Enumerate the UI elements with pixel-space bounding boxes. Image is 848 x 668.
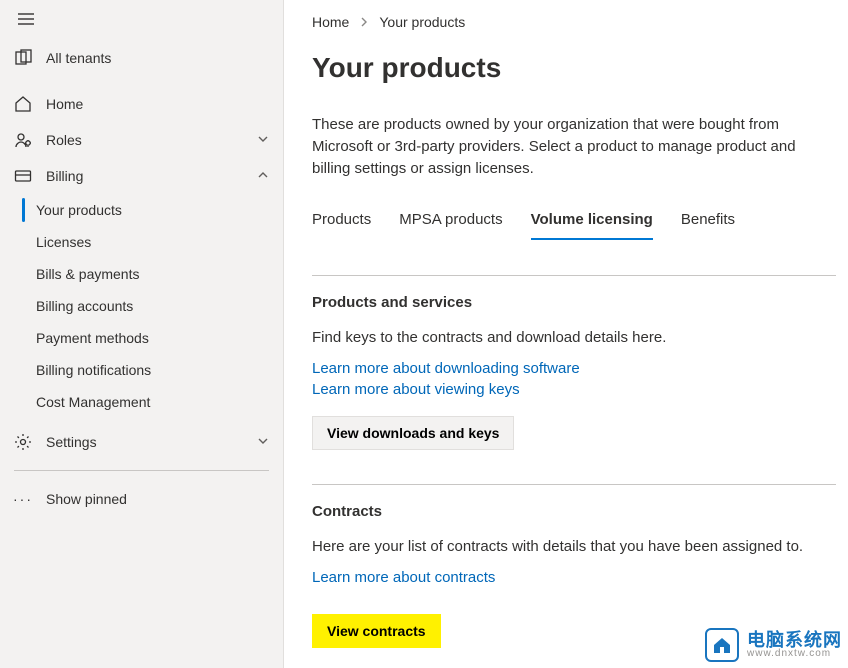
divider — [14, 470, 269, 471]
nav-home[interactable]: Home — [0, 86, 283, 122]
tab-label: Products — [312, 211, 371, 228]
section-body: Here are your list of contracts with det… — [312, 538, 848, 555]
section-rule — [312, 275, 836, 276]
nav-roles[interactable]: Roles — [0, 122, 283, 158]
tab-benefits[interactable]: Benefits — [681, 205, 735, 240]
billing-icon — [14, 167, 32, 185]
breadcrumb: Home Your products — [312, 14, 848, 30]
tab-label: Benefits — [681, 211, 735, 228]
nav-settings[interactable]: Settings — [0, 424, 283, 460]
link-viewing-keys[interactable]: Learn more about viewing keys — [312, 381, 848, 398]
watermark-text: 电脑系统网 www.dnxtw.com — [747, 631, 842, 659]
page-title: Your products — [312, 52, 848, 84]
watermark-url: www.dnxtw.com — [747, 649, 842, 659]
watermark: 电脑系统网 www.dnxtw.com — [705, 628, 842, 662]
tab-label: Volume licensing — [531, 211, 653, 228]
ellipsis-icon: ··· — [14, 490, 32, 508]
nav-sub-label: Billing accounts — [36, 298, 133, 314]
hamburger-menu-button[interactable] — [6, 6, 46, 34]
home-icon — [14, 95, 32, 113]
breadcrumb-home[interactable]: Home — [312, 14, 349, 30]
view-downloads-keys-button[interactable]: View downloads and keys — [312, 416, 514, 450]
nav-label: All tenants — [46, 50, 269, 66]
chevron-down-icon — [257, 434, 269, 450]
nav-all-tenants[interactable]: All tenants — [0, 40, 283, 76]
section-rule — [312, 484, 836, 485]
tenants-icon — [14, 49, 32, 67]
section-contracts: Contracts Here are your list of contract… — [312, 484, 848, 648]
nav-sub-label: Your products — [36, 202, 122, 218]
gear-icon — [14, 433, 32, 451]
nav-sub-cost-management[interactable]: Cost Management — [0, 386, 283, 418]
sidebar: All tenants Home Roles Billing Your prod… — [0, 0, 284, 668]
section-products-services: Products and services Find keys to the c… — [312, 275, 848, 450]
section-heading: Products and services — [312, 294, 848, 311]
tab-mpsa-products[interactable]: MPSA products — [399, 205, 502, 240]
roles-icon — [14, 131, 32, 149]
nav-sub-bills-payments[interactable]: Bills & payments — [0, 258, 283, 290]
chevron-up-icon — [257, 168, 269, 184]
breadcrumb-current: Your products — [379, 14, 465, 30]
nav-billing[interactable]: Billing — [0, 158, 283, 194]
hamburger-icon — [18, 12, 34, 28]
section-heading: Contracts — [312, 503, 848, 520]
nav-label: Roles — [46, 132, 257, 148]
tabs: Products MPSA products Volume licensing … — [312, 205, 848, 241]
nav-sub-label: Payment methods — [36, 330, 149, 346]
nav-sub-your-products[interactable]: Your products — [0, 194, 283, 226]
tab-label: MPSA products — [399, 211, 502, 228]
nav-sub-label: Licenses — [36, 234, 91, 250]
nav-sub-billing-notifications[interactable]: Billing notifications — [0, 354, 283, 386]
watermark-icon — [705, 628, 739, 662]
watermark-cn: 电脑系统网 — [747, 631, 842, 649]
chevron-down-icon — [257, 132, 269, 148]
nav-sub-licenses[interactable]: Licenses — [0, 226, 283, 258]
nav-sub-payment-methods[interactable]: Payment methods — [0, 322, 283, 354]
nav-label: Settings — [46, 434, 257, 450]
chevron-right-icon — [359, 14, 369, 30]
view-contracts-button[interactable]: View contracts — [312, 614, 441, 648]
nav-label: Show pinned — [46, 491, 269, 507]
nav-sub-label: Bills & payments — [36, 266, 139, 282]
nav-label: Home — [46, 96, 269, 112]
section-body: Find keys to the contracts and download … — [312, 329, 848, 346]
nav-sub-label: Cost Management — [36, 394, 150, 410]
nav-sub-label: Billing notifications — [36, 362, 151, 378]
nav-show-pinned[interactable]: ··· Show pinned — [0, 481, 283, 517]
tab-products[interactable]: Products — [312, 205, 371, 240]
tab-volume-licensing[interactable]: Volume licensing — [531, 205, 653, 240]
nav-label: Billing — [46, 168, 257, 184]
link-downloading-software[interactable]: Learn more about downloading software — [312, 360, 848, 377]
nav-sub-billing-accounts[interactable]: Billing accounts — [0, 290, 283, 322]
link-contracts[interactable]: Learn more about contracts — [312, 569, 848, 586]
page-lead: These are products owned by your organiz… — [312, 114, 832, 179]
main-content: Home Your products Your products These a… — [284, 0, 848, 668]
